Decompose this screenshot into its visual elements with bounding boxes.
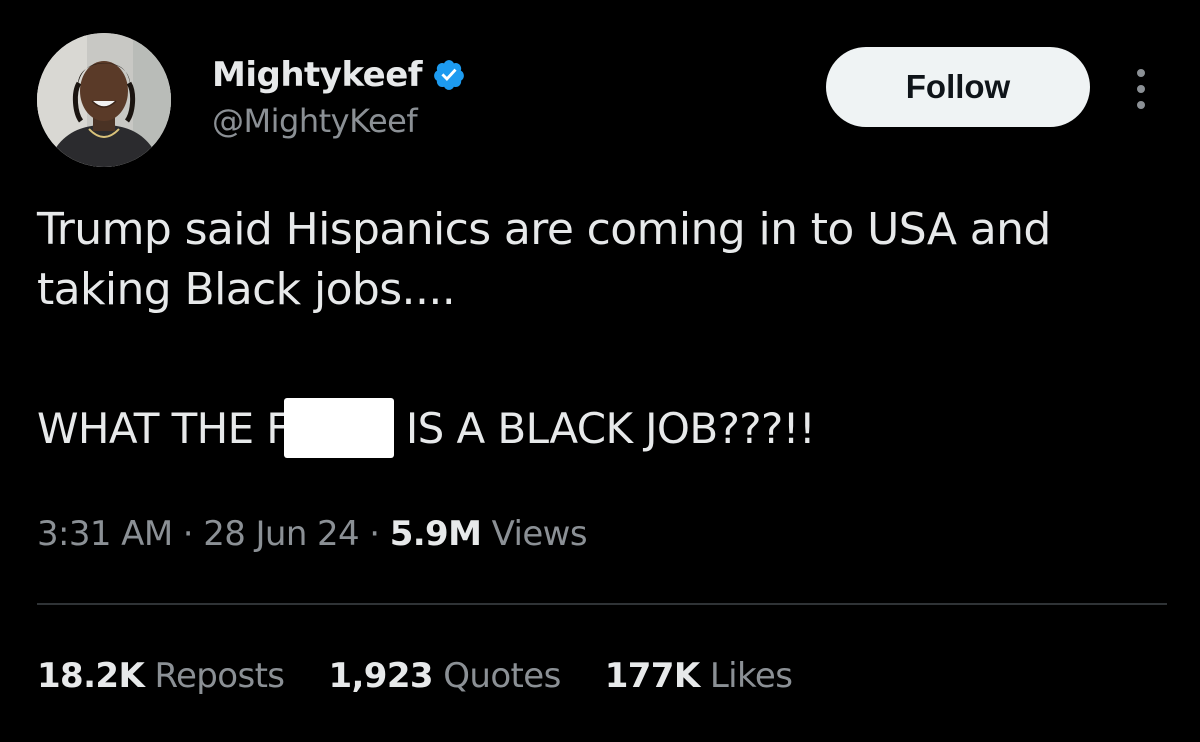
views-label: Views (491, 514, 588, 554)
likes-stat[interactable]: 177K Likes (605, 656, 793, 696)
display-name-row: Mightykeef (212, 54, 466, 96)
stat-value: 177K (604, 656, 701, 696)
meta-separator: · (172, 514, 204, 554)
tweet-meta: 3:31 AM · 28 Jun 24 · 5.9M Views (37, 514, 588, 554)
avatar[interactable] (37, 33, 171, 167)
tweet-shout-line: WHAT THE F IS A BLACK JOB???!! (37, 398, 816, 458)
shout-prefix: WHAT THE F (37, 403, 290, 453)
reposts-stat[interactable]: 18.2K Reposts (37, 656, 285, 696)
views-count: 5.9M (389, 514, 482, 554)
quotes-stat[interactable]: 1,923 Quotes (328, 656, 561, 696)
profile-photo-icon (37, 33, 171, 167)
follow-button[interactable]: Follow (826, 47, 1090, 127)
more-vertical-icon[interactable] (1128, 66, 1154, 112)
author-info: Mightykeef @MightyKeef (212, 54, 466, 140)
verified-badge-icon (432, 58, 466, 92)
redaction-box (283, 398, 394, 458)
engagement-stats: 18.2K Reposts 1,923 Quotes 177K Likes (37, 656, 793, 696)
tweet-time[interactable]: 3:31 AM (37, 514, 173, 554)
stat-label: Reposts (154, 656, 285, 696)
stat-value: 1,923 (328, 656, 433, 696)
tweet-text: Trump said Hispanics are coming in to US… (37, 204, 1051, 315)
stat-label: Quotes (443, 656, 561, 696)
tweet-date[interactable]: 28 Jun 24 (203, 514, 359, 554)
meta-separator: · (359, 514, 390, 554)
tweet-card: Mightykeef @MightyKeef Follow Trump said… (0, 0, 1200, 742)
stat-value: 18.2K (37, 656, 145, 696)
user-handle[interactable]: @MightyKeef (212, 102, 466, 140)
display-name[interactable]: Mightykeef (212, 55, 423, 95)
shout-suffix: IS A BLACK JOB???!! (405, 403, 816, 453)
stat-label: Likes (709, 656, 793, 696)
divider (37, 603, 1167, 605)
